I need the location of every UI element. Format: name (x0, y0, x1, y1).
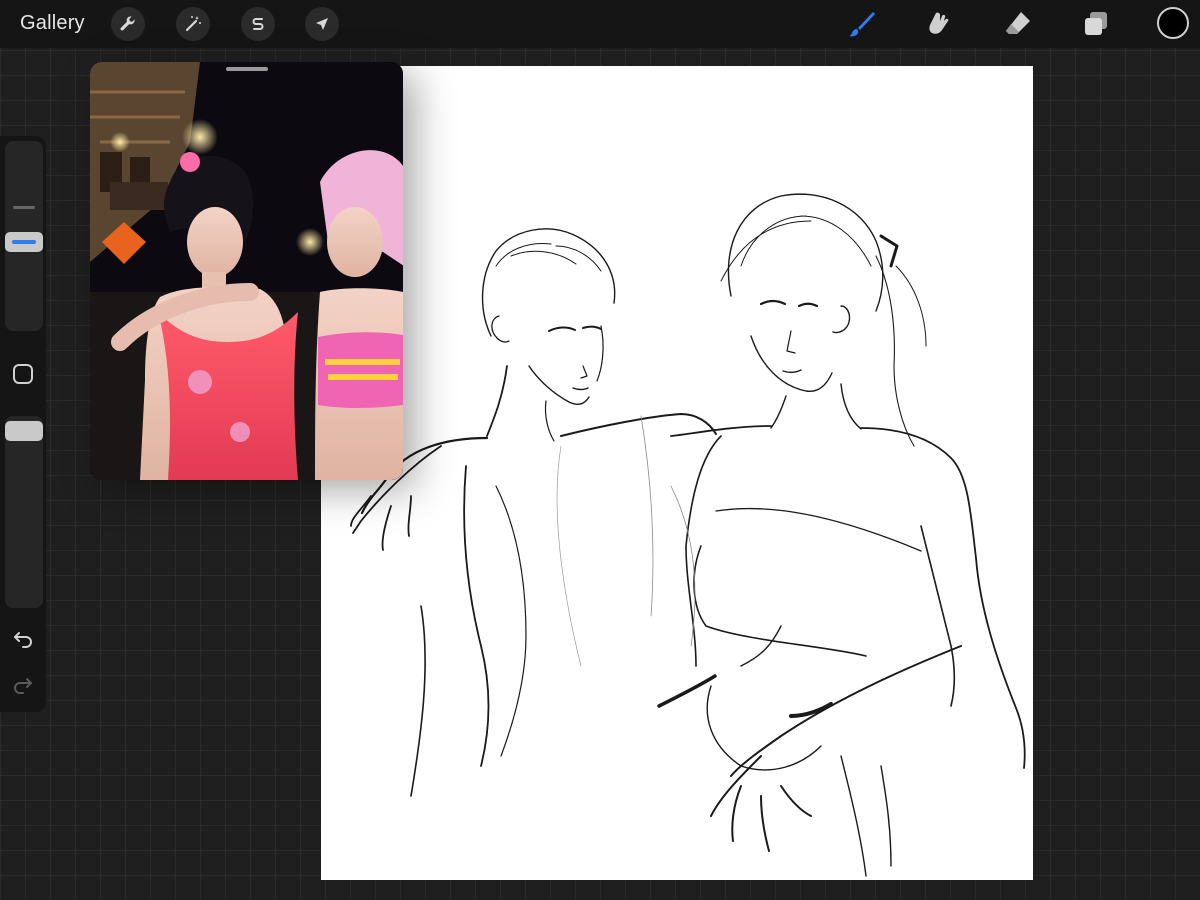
adjustments-wand-button[interactable] (176, 7, 210, 41)
brush-icon (849, 12, 875, 37)
magic-wand-icon (185, 16, 201, 32)
brush-size-thumb[interactable] (5, 232, 43, 252)
layers-icon (1085, 12, 1107, 35)
selection-button[interactable] (241, 7, 275, 41)
eraser-icon (1006, 12, 1030, 34)
brush-size-indicator (12, 240, 36, 244)
opacity-slider[interactable] (5, 416, 43, 608)
redo-icon[interactable] (11, 672, 35, 696)
top-toolbar: Gallery (0, 0, 1200, 48)
modify-square-icon[interactable] (11, 362, 35, 386)
transform-arrow-icon (316, 18, 328, 30)
smudge-tool-button[interactable] (922, 6, 958, 42)
layers-button[interactable] (1078, 6, 1114, 42)
reference-photo (90, 62, 403, 480)
actions-wrench-button[interactable] (111, 7, 145, 41)
left-sidebar (0, 136, 46, 712)
undo-icon[interactable] (11, 626, 35, 650)
color-picker-swatch[interactable] (1157, 7, 1189, 39)
opacity-thumb[interactable] (5, 421, 43, 441)
transform-button[interactable] (305, 7, 339, 41)
reference-window[interactable] (90, 62, 403, 480)
reference-drag-handle[interactable] (226, 67, 268, 71)
drawing-canvas[interactable] (321, 66, 1033, 880)
smudge-icon (929, 12, 949, 34)
wrench-icon (120, 16, 135, 31)
slider-marker (13, 206, 35, 209)
brush-tool-button[interactable] (844, 6, 880, 42)
selection-s-icon (252, 18, 264, 30)
eraser-tool-button[interactable] (1000, 6, 1036, 42)
gallery-button[interactable]: Gallery (20, 12, 85, 35)
pencil-sketch (350, 193, 1026, 877)
